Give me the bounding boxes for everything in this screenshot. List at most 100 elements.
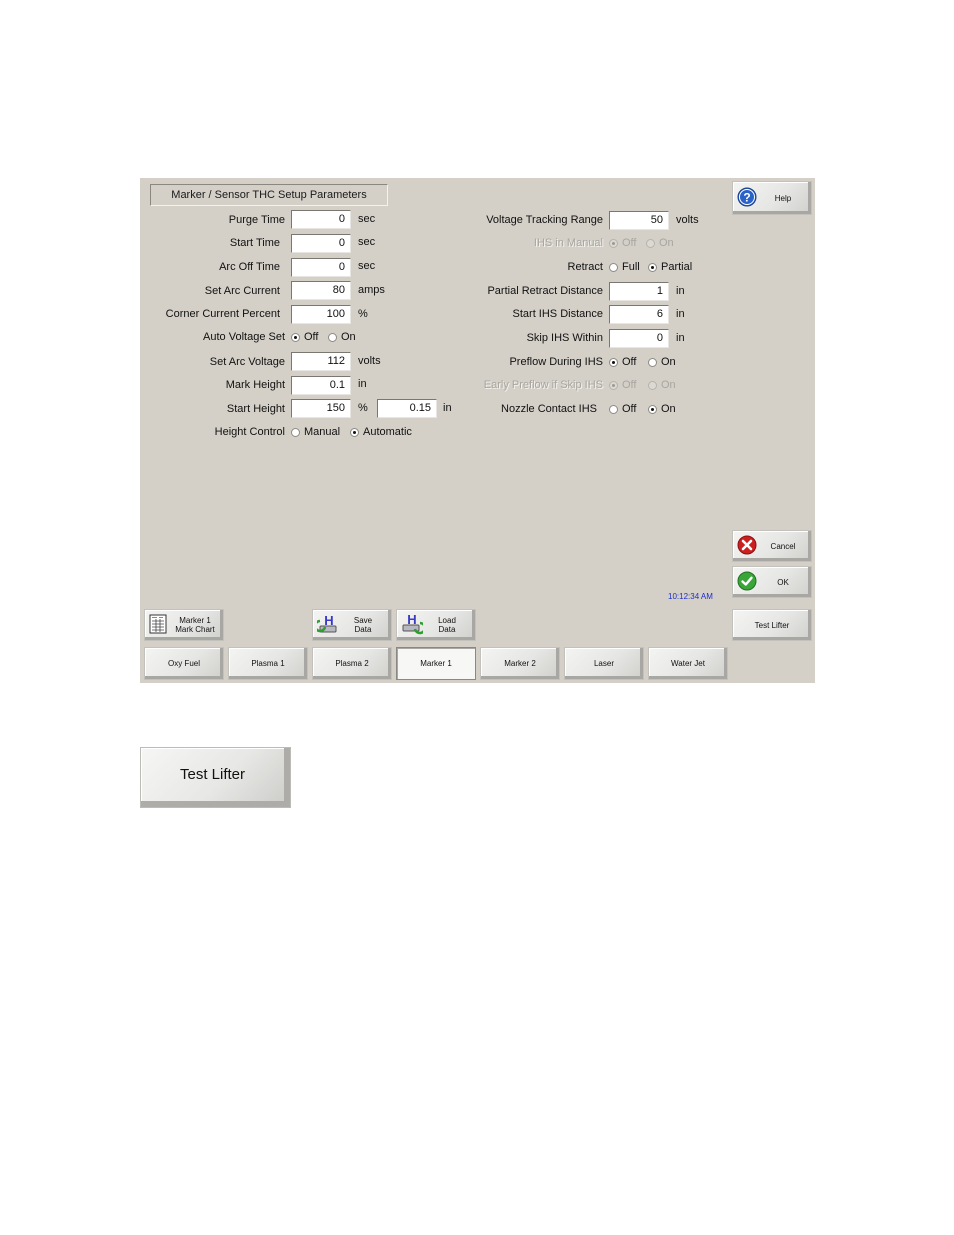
svg-text:H: H	[407, 613, 416, 627]
purge-time-input[interactable]: 0	[291, 210, 351, 229]
tab-plasma-2[interactable]: Plasma 2	[312, 647, 392, 680]
set-arc-voltage-unit: volts	[358, 355, 381, 367]
nozzle-contact-ihs-label: Nozzle Contact IHS	[501, 403, 597, 415]
corner-current-label: Corner Current Percent	[165, 308, 280, 320]
help-icon: ?	[737, 187, 757, 209]
start-height-inch-unit: in	[443, 402, 452, 414]
tab-water-jet[interactable]: Water Jet	[648, 647, 728, 680]
arc-off-time-input[interactable]: 0	[291, 258, 351, 277]
arc-off-time-label: Arc Off Time	[219, 261, 280, 273]
auto-voltage-set-label: Auto Voltage Set	[203, 331, 285, 343]
mark-height-unit: in	[358, 378, 367, 390]
retract-label: Retract	[567, 261, 603, 273]
tab-laser[interactable]: Laser	[564, 647, 644, 680]
ihs-in-manual-on-radio: On	[646, 237, 674, 249]
voltage-tracking-range-unit: volts	[676, 214, 699, 226]
tab-plasma-1[interactable]: Plasma 1	[228, 647, 308, 680]
test-lifter-button-enlarged[interactable]: Test Lifter	[140, 747, 291, 808]
nozzle-contact-on-radio[interactable]: On	[648, 403, 676, 415]
tab-marker-1[interactable]: Marker 1	[396, 647, 476, 680]
preflow-off-radio[interactable]: Off	[609, 356, 636, 368]
purge-time-label: Purge Time	[228, 214, 285, 226]
clock-display: 10:12:34 AM	[668, 592, 713, 601]
cancel-icon	[737, 535, 757, 557]
checkmark-icon	[737, 571, 757, 593]
ihs-in-manual-label: IHS in Manual	[533, 237, 603, 249]
partial-retract-distance-input[interactable]: 1	[609, 282, 669, 301]
radio-selected-icon	[350, 427, 359, 437]
radio-selected-icon	[609, 357, 618, 367]
radio-unselected-icon	[609, 404, 618, 414]
set-arc-voltage-label: Set Arc Voltage	[209, 356, 285, 368]
radio-unselected-icon	[328, 332, 337, 342]
mark-chart-button[interactable]: Marker 1 Mark Chart	[144, 609, 224, 641]
radio-selected-icon	[291, 332, 300, 342]
preflow-on-radio[interactable]: On	[648, 356, 676, 368]
preflow-during-ihs-label: Preflow During IHS	[509, 356, 603, 368]
start-ihs-distance-unit: in	[676, 308, 685, 320]
thc-setup-panel: Marker / Sensor THC Setup Parameters Pur…	[140, 178, 815, 683]
svg-text:?: ?	[743, 191, 750, 205]
radio-unselected-icon	[648, 380, 657, 390]
cancel-button[interactable]: Cancel	[732, 530, 812, 562]
skip-ihs-within-label: Skip IHS Within	[526, 332, 603, 344]
radio-selected-icon	[648, 262, 657, 272]
set-arc-current-input[interactable]: 80	[291, 281, 351, 300]
test-lifter-button[interactable]: Test Lifter	[732, 609, 812, 641]
set-arc-current-unit: amps	[358, 284, 385, 296]
height-control-manual-radio[interactable]: Manual	[291, 426, 340, 438]
save-disk-icon: H	[313, 613, 339, 637]
early-preflow-off-radio: Off	[609, 379, 636, 391]
voltage-tracking-range-input[interactable]: 50	[609, 211, 669, 230]
radio-unselected-icon	[646, 238, 655, 248]
partial-retract-distance-label: Partial Retract Distance	[487, 285, 603, 297]
start-ihs-distance-input[interactable]: 6	[609, 305, 669, 324]
auto-voltage-on-radio[interactable]: On	[328, 331, 356, 343]
panel-title: Marker / Sensor THC Setup Parameters	[150, 184, 388, 206]
save-data-button[interactable]: H Save Data	[312, 609, 392, 641]
start-time-unit: sec	[358, 236, 376, 248]
early-preflow-label: Early Preflow if Skip IHS	[483, 379, 603, 391]
skip-ihs-within-unit: in	[676, 332, 685, 344]
help-button[interactable]: ? Help	[732, 181, 812, 215]
load-data-button[interactable]: H Load Data	[396, 609, 476, 641]
skip-ihs-within-input[interactable]: 0	[609, 329, 669, 348]
partial-retract-distance-unit: in	[676, 285, 685, 297]
purge-time-unit: sec	[358, 213, 376, 225]
radio-unselected-icon	[291, 427, 300, 437]
start-height-percent-input[interactable]: 150	[291, 399, 351, 418]
retract-full-radio[interactable]: Full	[609, 261, 640, 273]
radio-selected-icon	[648, 404, 657, 414]
radio-unselected-icon	[648, 357, 657, 367]
set-arc-current-label: Set Arc Current	[204, 285, 280, 297]
arc-off-time-unit: sec	[358, 260, 376, 272]
early-preflow-on-radio: On	[648, 379, 676, 391]
start-time-label: Start Time	[229, 237, 280, 249]
radio-selected-icon	[609, 238, 618, 248]
radio-selected-icon	[609, 380, 618, 390]
auto-voltage-off-radio[interactable]: Off	[291, 331, 318, 343]
mark-height-input[interactable]: 0.1	[291, 376, 351, 395]
mark-height-label: Mark Height	[225, 379, 285, 391]
tab-oxy-fuel[interactable]: Oxy Fuel	[144, 647, 224, 680]
corner-current-unit: %	[358, 308, 368, 320]
svg-text:H: H	[324, 613, 333, 628]
load-disk-icon: H	[401, 612, 427, 637]
ok-button[interactable]: OK	[732, 566, 812, 598]
radio-unselected-icon	[609, 262, 618, 272]
start-height-percent-unit: %	[358, 402, 368, 414]
chart-table-icon	[149, 614, 167, 636]
start-height-label: Start Height	[226, 403, 285, 415]
tab-marker-2[interactable]: Marker 2	[480, 647, 560, 680]
height-control-label: Height Control	[214, 426, 285, 438]
start-ihs-distance-label: Start IHS Distance	[512, 308, 603, 320]
corner-current-input[interactable]: 100	[291, 305, 351, 324]
retract-partial-radio[interactable]: Partial	[648, 261, 692, 273]
start-time-input[interactable]: 0	[291, 234, 351, 253]
voltage-tracking-range-label: Voltage Tracking Range	[486, 214, 603, 226]
height-control-automatic-radio[interactable]: Automatic	[350, 426, 412, 438]
nozzle-contact-off-radio[interactable]: Off	[609, 403, 636, 415]
set-arc-voltage-input[interactable]: 112	[291, 352, 351, 371]
start-height-inch-input[interactable]: 0.15	[377, 399, 437, 418]
ihs-in-manual-off-radio: Off	[609, 237, 636, 249]
